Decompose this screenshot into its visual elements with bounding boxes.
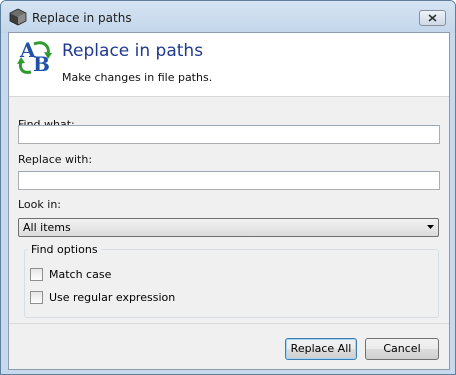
regex-checkbox[interactable] (30, 291, 43, 304)
find-options-legend: Find options (28, 243, 101, 256)
chevron-down-icon (427, 225, 434, 229)
find-options-group (24, 249, 439, 318)
close-button[interactable] (419, 10, 446, 26)
title-bar[interactable]: Replace in paths (1, 1, 455, 33)
app-cube-icon (9, 8, 27, 26)
dialog-window: Replace in paths A B Replace in paths Ma… (0, 0, 456, 375)
replace-all-button[interactable]: Replace All (285, 338, 357, 360)
replace-with-label: Replace with: (18, 153, 93, 166)
header-title: Replace in paths (62, 41, 204, 61)
footer-divider (9, 323, 449, 324)
close-icon (428, 14, 437, 22)
look-in-value: All items (23, 221, 71, 234)
dialog-header: A B Replace in paths Make changes in fil… (9, 33, 449, 97)
look-in-label: Look in: (18, 198, 61, 211)
match-case-option[interactable]: Match case (30, 268, 111, 281)
ab-replace-icon: A B (17, 38, 52, 76)
look-in-dropdown[interactable]: All items (18, 218, 439, 237)
find-what-input[interactable] (18, 125, 440, 144)
regex-label[interactable]: Use regular expression (49, 291, 175, 304)
cancel-button[interactable]: Cancel (365, 338, 439, 360)
regex-option[interactable]: Use regular expression (30, 291, 175, 304)
window-title: Replace in paths (32, 11, 132, 25)
match-case-label[interactable]: Match case (49, 268, 111, 281)
header-subtitle: Make changes in file paths. (62, 71, 213, 84)
replace-with-input[interactable] (18, 171, 440, 190)
dialog-client-area: A B Replace in paths Make changes in fil… (8, 32, 450, 370)
match-case-checkbox[interactable] (30, 268, 43, 281)
